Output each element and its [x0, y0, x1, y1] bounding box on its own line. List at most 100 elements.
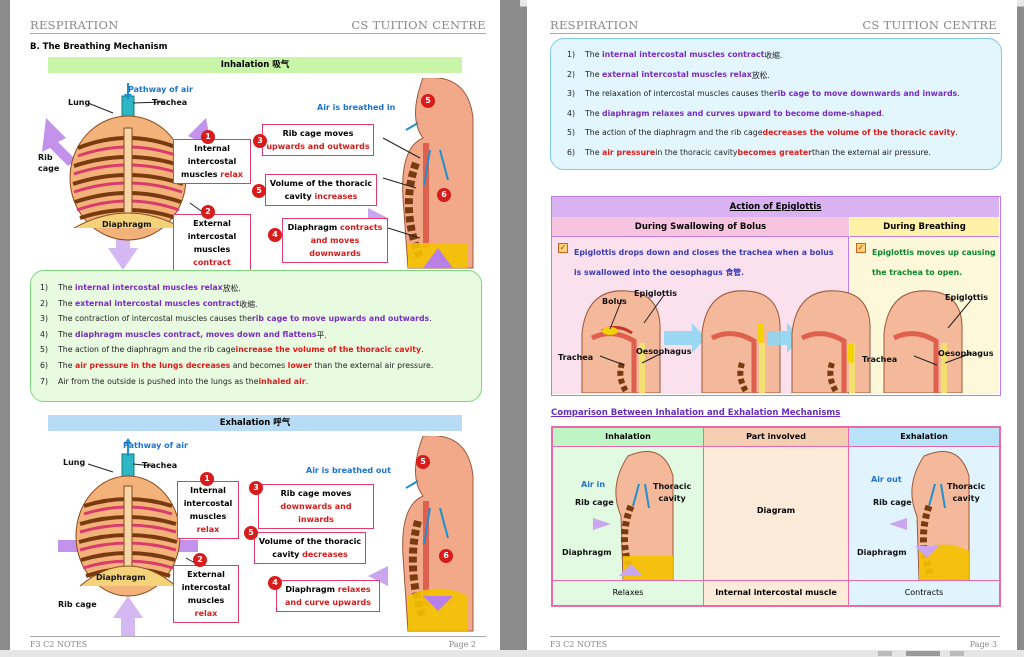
inh-step-1: 1	[201, 130, 215, 144]
exh-trachea-label: Trachea	[142, 461, 178, 470]
col-exhalation-header: Exhalation	[849, 428, 999, 446]
checkbox-icon: ✓	[558, 243, 568, 253]
inh-step-row: 6) The air pressure in the lungs decrease…	[40, 360, 434, 370]
exh-pathway-label: Pathway of air	[123, 441, 188, 450]
oesophagus-label: Oesophagus	[636, 347, 692, 356]
trachea-label-2: Trachea	[862, 355, 898, 364]
exhalation-muscle-cell: Contracts	[849, 581, 999, 605]
exh-step-3: 3	[249, 481, 263, 495]
oesophagus-label-2: Oesophagus	[938, 349, 994, 358]
exh-step-2: 2	[193, 553, 207, 567]
exh-diaphragm-label: Diaphragm	[857, 548, 907, 557]
exh-diaphragm-label: Diaphragm	[96, 573, 146, 582]
header-left: RESPIRATION	[550, 18, 639, 32]
exh-step-5: 5	[244, 526, 258, 540]
exh-box-volume: Volume of the thoracic cavity decreases	[254, 532, 366, 564]
inh-step-4: 4	[268, 228, 282, 242]
inhalation-muscle-cell: Relaxes	[553, 581, 703, 605]
inh-ribcage-label: Rib cage	[38, 153, 60, 173]
epiglottis-label-2: Epiglottis	[945, 293, 989, 302]
inh-trachea-label: Trachea	[152, 98, 188, 107]
exhalation-bar: Exhalation 呼气	[48, 415, 462, 431]
exh-step-row: 4) The diaphragm relaxes and curves upwar…	[567, 108, 885, 118]
inh-step-row: 1) The internal intercostal muscles relax…	[40, 283, 241, 293]
inhalation-summary-list: 1) The internal intercostal muscles relax…	[40, 283, 433, 392]
checkbox-icon: ✓	[856, 243, 866, 253]
exh-step-row: 2) The external intercostal muscles relax…	[567, 69, 770, 80]
inh-ribcage-label: Rib cage	[575, 498, 614, 507]
air-out-label: Air out	[871, 475, 902, 484]
inh-box-ribcage: Rib cage moves upwards and outwards	[262, 124, 374, 156]
exh-box-ribcage: Rib cage moves downwards and inwards	[258, 484, 374, 529]
part-muscle-cell: Internal intercostal muscle	[703, 581, 849, 605]
exh-box-external: External intercostal muscles relax	[173, 565, 239, 623]
exh-thoracic-label: Thoracic cavity	[947, 482, 986, 503]
inh-step-row: 4) The diaphragm muscles contract, moves …	[40, 329, 327, 340]
epiglottis-title: Action of Epiglottis	[552, 197, 999, 217]
head-swallow-3	[791, 290, 871, 393]
read-mode-icon[interactable]	[878, 651, 892, 656]
breathing-text: Epiglottis moves up causing the trachea t…	[872, 248, 996, 277]
inhalation-bar: Inhalation 吸气	[48, 57, 462, 73]
inh-diaphragm-label: Diaphragm	[562, 548, 612, 557]
col-inhalation-header: Inhalation	[553, 428, 703, 446]
exh-ribcage-label: Rib cage	[873, 498, 912, 507]
footer-rule	[30, 636, 486, 637]
inh-step-row: 5) The action of the diaphragm and the ri…	[40, 345, 424, 355]
header-rule	[30, 33, 486, 34]
inh-box-volume: Volume of the thoracic cavity increases	[265, 174, 377, 206]
swallowing-text: Epiglottis drops down and closes the tra…	[574, 248, 834, 277]
footer-page-number: Page 2	[448, 640, 476, 649]
document-page-2: RESPIRATION CS TUITION CENTRE B. The Bre…	[10, 0, 500, 650]
exh-ribcage-label: Rib cage	[58, 600, 97, 609]
col-part-header: Part involved	[703, 428, 849, 446]
exhalation-summary-list: 1) The internal intercostal muscles contr…	[567, 50, 960, 167]
inh-step-row: 7) Air from the outside is pushed into th…	[40, 376, 309, 386]
inh-box-external: External intercostal muscles contract	[173, 214, 251, 272]
exh-step-5b: 5	[416, 455, 430, 469]
air-in-label: Air in	[581, 480, 606, 489]
inhalation-body	[593, 451, 674, 580]
footer-page-number: Page 3	[969, 640, 997, 649]
exh-step-row: 5) The action of the diaphragm and the ri…	[567, 128, 958, 137]
comparison-diagrams	[593, 451, 970, 580]
exh-step-4: 4	[268, 576, 282, 590]
web-layout-icon[interactable]	[950, 651, 964, 656]
inh-step-6: 6	[437, 188, 451, 202]
print-layout-icon[interactable]	[906, 651, 940, 656]
inh-lung-label: Lung	[68, 98, 91, 107]
footer-left: F3 C2 NOTES	[550, 640, 608, 649]
epiglottis-label: Epiglottis	[634, 289, 678, 298]
exh-step-row: 6) The air pressure in the thoracic cavit…	[567, 147, 931, 157]
inh-step-row: 3) The contraction of intercostal muscles…	[40, 314, 432, 324]
comparison-title: Comparison Between Inhalation and Exhala…	[551, 408, 841, 418]
swallowing-header: During Swallowing of Bolus	[552, 217, 849, 237]
inh-air-in-label: Air is breathed in	[317, 103, 396, 112]
inh-box-internal: Internal intercostal muscles relax	[173, 139, 251, 184]
inh-diaphragm-label: Diaphragm	[102, 220, 152, 229]
inh-pathway-label: Pathway of air	[128, 85, 193, 94]
status-bar	[0, 650, 1024, 657]
exh-step-row: 1) The internal intercostal muscles contr…	[567, 50, 783, 60]
inh-step-3: 3	[253, 134, 267, 148]
breathing-header: During Breathing	[850, 217, 999, 237]
epiglottis-table: Action of Epiglottis During Swallowing o…	[551, 196, 1001, 396]
header-rule	[550, 33, 1000, 34]
exhalation-body	[889, 451, 970, 580]
footer-rule	[550, 636, 1000, 637]
exh-box-diaphragm: Diaphragm relaxes and curve upwards	[276, 580, 380, 612]
exh-step-row: 3) The relaxation of intercostal muscles …	[567, 89, 960, 98]
header-right: CS TUITION CENTRE	[862, 18, 997, 32]
inhalation-diagram	[42, 78, 474, 270]
head-breathing	[883, 290, 963, 393]
header-right: CS TUITION CENTRE	[351, 18, 486, 32]
inh-box-diaphragm: Diaphragm contracts and moves downwards	[282, 218, 388, 263]
inh-step-5: 5	[421, 94, 435, 108]
bolus-label: Bolus	[602, 297, 627, 306]
exh-lung-label: Lung	[63, 458, 86, 467]
document-page-3: RESPIRATION CS TUITION CENTRE 1) The inte…	[527, 0, 1017, 650]
exh-step-6: 6	[439, 549, 453, 563]
section-title: B. The Breathing Mechanism	[30, 42, 168, 52]
footer-left: F3 C2 NOTES	[30, 640, 88, 649]
inh-step-row: 2) The external intercostal muscles contr…	[40, 298, 258, 309]
